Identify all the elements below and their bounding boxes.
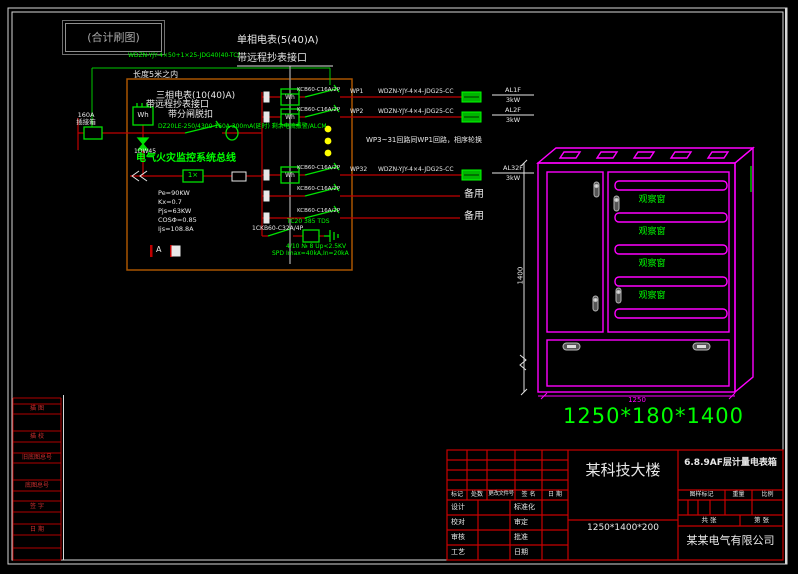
sheet-page-label: 第 张 — [753, 516, 770, 524]
row-cable-label: WDZN-YJY-4×4-JDG25-CC — [378, 166, 454, 173]
fire-bus-label: 电气火灾监控系统总线 — [136, 153, 236, 164]
weight-label: 重量 — [732, 491, 745, 498]
main-meter-symbol: Wh — [137, 111, 149, 119]
tap-box-name: 插接箱 — [76, 118, 96, 126]
row-meter-symbol: Wh — [285, 172, 295, 179]
row-load-power: 3kW — [505, 96, 521, 104]
drawing-sheet: (合计刷图) 单相电表(5(40)A) 带远程抄表接口 WDZN-YJY-4×5… — [0, 0, 798, 574]
role-label: 工艺 — [451, 548, 465, 556]
strip-label: 签 字 — [30, 503, 44, 510]
strip-label: 描 图 — [30, 405, 44, 412]
row-breaker-label: KCB60-C16A/2P — [297, 107, 341, 113]
scale-label: 比例 — [761, 491, 774, 498]
calc-line: Pe=90KW — [158, 189, 190, 197]
box-size: 1250*1400*200 — [587, 523, 659, 533]
spd-breaker: 1CKB60-C32A/4P — [252, 225, 304, 232]
rev-header: 日 期 — [548, 491, 562, 498]
row-cable-label: WDZN-YJY-4×4-JDG25-CC — [378, 88, 454, 95]
role-label: 标准化 — [514, 503, 535, 511]
window-label: 观察窗 — [638, 259, 666, 269]
stamp-box: (合计刷图) — [62, 20, 165, 55]
rev-header: 签 名 — [521, 491, 536, 498]
role-label: 批准 — [514, 533, 528, 541]
strip-label: 旧底图总号 — [21, 454, 52, 461]
row-load-name: AL2F — [505, 106, 521, 114]
rev-header: 标记 — [450, 491, 463, 498]
row-cable-label: WDZN-YJY-4×4-JDG25-CC — [378, 108, 454, 115]
cabinet-drawing — [536, 146, 755, 400]
incoming-cable-label: WDZN-YJY-4×50+1×25-JDG40(40-TC) — [128, 52, 240, 59]
ellipsis-dots — [324, 125, 332, 157]
strip-label: 描 校 — [30, 433, 44, 440]
rev-header: 处数 — [470, 491, 483, 498]
spare-label: 备用 — [464, 189, 484, 200]
strip-label: 日 期 — [30, 526, 44, 533]
window-label: 观察窗 — [638, 291, 666, 301]
row-load-name: AL32F — [502, 164, 524, 172]
window-label: 观察窗 — [638, 195, 666, 205]
row-load-power: 3kW — [505, 116, 521, 124]
mark-label: 图样标记 — [689, 491, 714, 498]
linework — [7, 7, 788, 565]
row-circuit-label: WP1 — [350, 88, 364, 95]
cabinet-width-dim: 1250 — [628, 396, 646, 404]
role-label: 审定 — [514, 518, 528, 526]
cabinet-height-dim: 1400 — [516, 266, 525, 285]
company-name: 某某电气有限公司 — [686, 534, 775, 547]
row-load-power: 3kW — [505, 174, 521, 182]
spd-note2: SPD Imax=40kA,In=20kA — [272, 250, 349, 257]
role-label: 设计 — [451, 503, 465, 511]
rev-header: 更改文件号 — [488, 491, 514, 497]
row-meter-symbol: Wh — [285, 94, 295, 101]
main-breaker-spec: DZ20LE-250/4300 160A 300mA(延时) 剩余电流报警/AL… — [158, 123, 327, 130]
row-breaker-label: KCB60-C16A/2P — [297, 165, 341, 171]
phase-mark: A — [156, 245, 162, 254]
role-label: 审核 — [451, 533, 465, 541]
window-label: 观察窗 — [638, 227, 666, 237]
role-label: 日期 — [514, 548, 528, 556]
calc-line: Pjs=63KW — [158, 207, 192, 215]
calc-line: Ijs=108.8A — [158, 225, 194, 233]
role-label: 校对 — [451, 518, 465, 526]
row-circuit-label: WP2 — [350, 108, 364, 115]
row-meter-symbol: Wh — [285, 114, 295, 121]
stamp-label: (合计刷图) — [87, 31, 140, 44]
row-breaker-label: KCB60-C16A/2P — [297, 87, 341, 93]
left-strip-grid — [12, 397, 62, 561]
drawing-title: 6.8.9AF层计量电表箱 — [684, 458, 777, 468]
row-breaker-label: KCB60-C16A/2P — [297, 186, 341, 192]
single-meter-label: 单相电表(5(40)A) — [237, 35, 319, 46]
strip-label: 底图总号 — [24, 482, 49, 489]
spare-label: 备用 — [464, 211, 484, 222]
cabinet-size-summary: 1250*180*1400 — [563, 404, 744, 428]
length-note: 长度5米之内 — [133, 70, 179, 79]
project-name: 某科技大楼 — [585, 461, 661, 479]
fire-module-label: 1× — [187, 171, 199, 179]
row-load-name: AL1F — [505, 86, 521, 94]
row-breaker-label: KCB60-C16A/2P — [297, 208, 341, 214]
remote-port-main-label: 带远程抄表接口 — [146, 100, 210, 110]
calc-line: COSΦ=0.85 — [158, 216, 197, 224]
shunt-trip-note: 带分闸脱扣 — [168, 110, 214, 120]
calc-line: Kx=0.7 — [158, 198, 182, 206]
remote-port-top-label: 带远程抄表接口 — [237, 53, 307, 64]
wp-note: WP3~31回路同WP1回路，相序轮换 — [366, 136, 482, 144]
row-circuit-label: WP32 — [350, 166, 368, 173]
sheet-total-label: 共 张 — [701, 516, 717, 524]
